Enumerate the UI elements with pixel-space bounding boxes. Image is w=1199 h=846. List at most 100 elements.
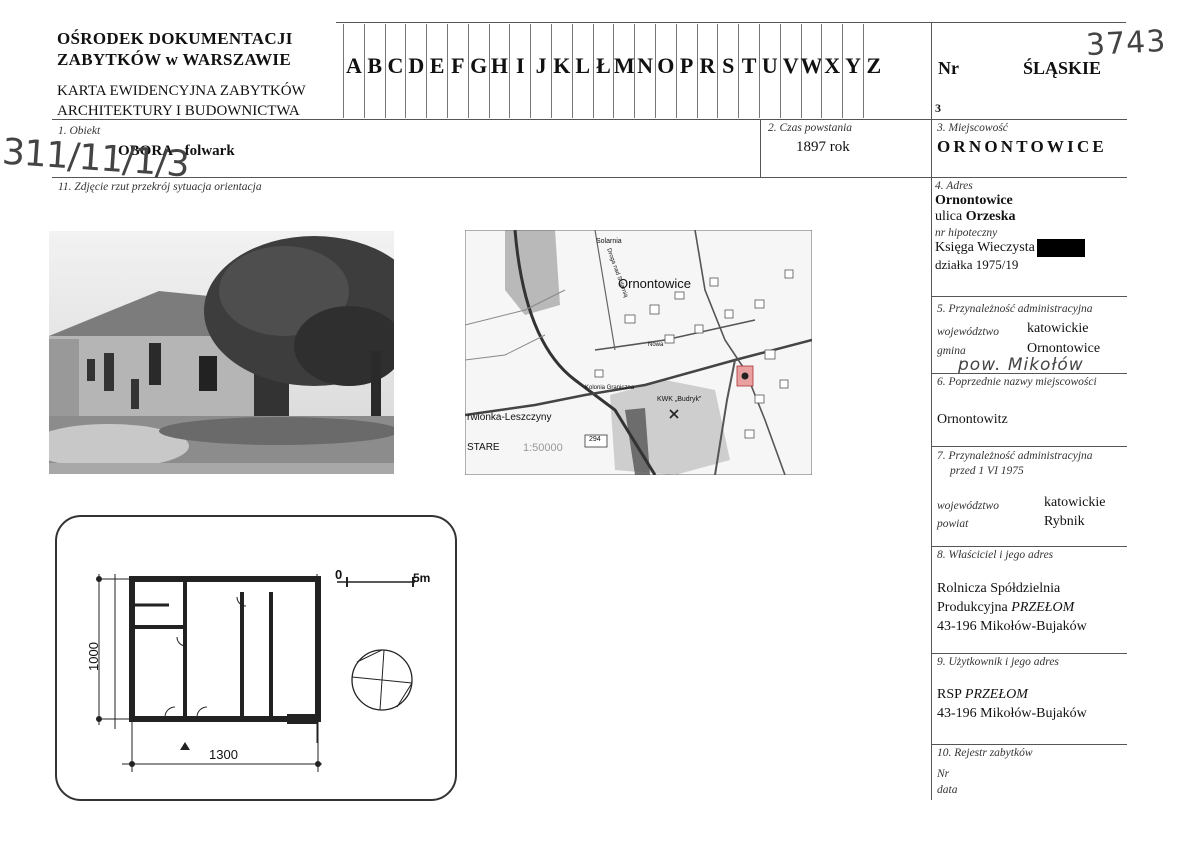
alphabet-letter-text: F <box>451 53 465 78</box>
section6-bottom-line <box>931 446 1127 447</box>
alphabet-letter-text: M <box>613 53 635 78</box>
alphabet-letter-text: Y <box>845 53 861 78</box>
old-voivodeship-value: katowickie <box>1044 495 1106 510</box>
alphabet-letter: J <box>530 24 551 118</box>
section7-label: 7. Przynależność administracyjna <box>937 450 1093 462</box>
section1-bottom-line <box>52 177 1127 178</box>
alphabet-letter-text: P <box>679 53 694 78</box>
alphabet-letter: W <box>800 24 823 118</box>
section2-divider <box>760 119 761 177</box>
alphabet-letter-text: V <box>782 53 799 78</box>
institution-name: OŚRODEK DOKUMENTACJI ZABYTKÓW w WARSZAWI… <box>57 28 293 70</box>
alphabet-letter: V <box>779 24 801 118</box>
alphabet-letter: X <box>821 24 842 118</box>
user-line-2: 43-196 Mikołów-Bujaków <box>937 706 1087 721</box>
alphabet-letter: C <box>384 24 406 118</box>
owner-line-3: 43-196 Mikołów-Bujaków <box>937 619 1087 634</box>
alphabet-letter: E <box>426 24 447 118</box>
alphabet-letter-text: L <box>575 53 590 78</box>
section4-label: 4. Adres <box>935 180 973 192</box>
section4-address: 4. Adres Ornontowice ulica Orzeska nr hi… <box>935 180 1085 273</box>
section9-label: 9. Użytkownik i jego adres <box>937 656 1059 668</box>
alphabet-letter: A <box>343 24 364 118</box>
mortgage-label: nr hipoteczny <box>935 227 998 239</box>
street-name: Orzeska <box>965 209 1016 224</box>
alphabet-letter: Z <box>862 24 884 118</box>
plot-number: działka 1975/19 <box>935 257 1019 272</box>
locality-name: ORNONTOWICE <box>937 137 1107 156</box>
alphabet-letter-text: W <box>800 53 823 78</box>
alphabet-index: ABCDEFGHIJKLŁMNOPRSTUVWXYZ <box>343 24 884 118</box>
owner-name: PRZEŁOM <box>1011 600 1075 615</box>
alphabet-letter-text: D <box>408 53 425 78</box>
county-label: powiat <box>937 518 969 530</box>
previous-name: Ornontowitz <box>937 412 1008 427</box>
plan-scale-zero: 0 <box>335 567 343 582</box>
section8-label: 8. Właściciel i jego adres <box>937 549 1054 561</box>
map-road-number: 294 <box>589 436 601 443</box>
alphabet-letter-text: I <box>515 53 525 78</box>
section7-bottom-line <box>931 546 1127 547</box>
right-column-divider <box>931 22 932 800</box>
institution-line-1: OŚRODEK DOKUMENTACJI <box>57 29 293 48</box>
user-prefix: RSP <box>937 687 962 702</box>
section11-label: 11. Zdjęcie rzut przekrój sytuacja orien… <box>58 181 262 193</box>
alphabet-letter-text: X <box>824 53 841 78</box>
alphabet-letter: Y <box>842 24 863 118</box>
plan-dimension-height: 1000 <box>85 642 101 671</box>
alphabet-letter: N <box>634 24 655 118</box>
land-register-label: Księga Wieczysta <box>935 240 1035 256</box>
alphabet-letter: F <box>446 24 468 118</box>
map-label-stare: STARE <box>467 442 500 453</box>
handwritten-catalog-code: 311/11/1/3 <box>0 131 190 186</box>
alphabet-letter: Ł <box>592 24 614 118</box>
section10-label: 10. Rejestr zabytków <box>937 747 1033 759</box>
map-scale: 1:50000 <box>523 442 563 454</box>
alphabet-letter: P <box>675 24 697 118</box>
alphabet-letter-text: B <box>367 53 383 78</box>
alphabet-letter-text: E <box>429 53 445 78</box>
owner-prefix: Produkcyjna <box>937 600 1008 615</box>
nr-label: Nr <box>938 58 959 78</box>
voivodeship-label: województwo <box>937 326 999 338</box>
handwritten-card-number: 3743 <box>1085 23 1168 64</box>
alphabet-letter: S <box>717 24 738 118</box>
voivodeship-value: katowickie <box>1027 321 1089 336</box>
alphabet-letter: L <box>571 24 593 118</box>
section8-bottom-line <box>931 653 1127 654</box>
alphabet-letter: K <box>550 24 572 118</box>
alphabet-letter-text: N <box>637 53 653 78</box>
alphabet-letter-text: Z <box>866 53 882 78</box>
register-nr-label: Nr <box>937 768 950 780</box>
alphabet-letter-text: C <box>387 53 404 78</box>
alphabet-letter: R <box>696 24 718 118</box>
section4-bottom-line <box>931 296 1127 297</box>
map-label-kolonia: Kolonia Graniczna <box>585 385 635 391</box>
plan-dimension-width: 1300 <box>209 747 238 762</box>
alphabet-letter: B <box>363 24 385 118</box>
owner-line-2: Produkcyjna PRZEŁOM <box>937 598 1087 617</box>
user-name: PRZEŁOM <box>964 687 1028 702</box>
photo-graphic <box>49 231 394 474</box>
alphabet-letter: M <box>613 24 635 118</box>
section7-label-2: przed 1 VI 1975 <box>950 465 1024 477</box>
alphabet-letter: U <box>758 24 780 118</box>
section2-label: 2. Czas powstania <box>768 122 853 134</box>
institution-line-2: ZABYTKÓW w WARSZAWIE <box>57 50 291 69</box>
user-address: RSP PRZEŁOM 43-196 Mikołów-Bujaków <box>937 685 1087 723</box>
map-label-town: Ornontowice <box>618 276 691 291</box>
register-date-label: data <box>937 784 958 796</box>
section9-bottom-line <box>931 744 1127 745</box>
floor-plan: 0 5m 1000 1300 <box>55 515 457 801</box>
owner-address: Rolnicza Spółdzielnia Produkcyjna PRZEŁO… <box>937 579 1087 636</box>
floor-plan-graphic <box>96 574 415 772</box>
location-map: Solarnia Ornontowice Droga nad Solarnią … <box>465 230 812 475</box>
user-line-1: RSP PRZEŁOM <box>937 685 1087 704</box>
map-label-mine: KWK „Budryk” <box>657 396 702 403</box>
top-border <box>336 22 1126 23</box>
alphabet-letter-text: A <box>345 53 362 78</box>
map-label-solarnia: Solarnia <box>596 238 622 245</box>
alphabet-letter: H <box>488 24 510 118</box>
section6-label: 6. Poprzednie nazwy miejscowości <box>937 376 1097 388</box>
header-bottom-line <box>52 119 1127 120</box>
